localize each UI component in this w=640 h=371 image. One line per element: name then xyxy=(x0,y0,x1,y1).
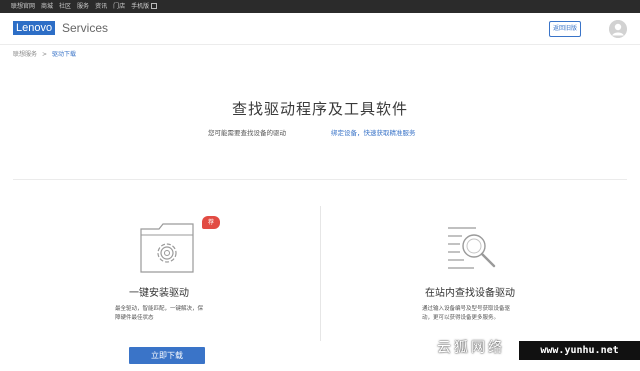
search-card-title: 在站内查找设备驱动 xyxy=(425,288,515,299)
section-divider xyxy=(13,179,627,180)
watermark-url: www.yunhu.net xyxy=(519,341,640,360)
top-link-community[interactable]: 社区 xyxy=(59,0,71,13)
install-card-desc-line1: 最全驱动，智能匹配，一键解决，保 xyxy=(115,306,204,312)
page-title: 查找驱动程序及工具软件 xyxy=(231,100,408,118)
folder-gear-icon xyxy=(139,223,195,273)
top-link-mobile-label: 手机版 xyxy=(131,3,150,10)
watermark-text: 云狐网络 xyxy=(437,340,505,356)
site-header: Lenovo Services 返回旧版 xyxy=(0,13,640,45)
install-card-title: 一键安装驱动 xyxy=(129,288,189,299)
top-link-lenovo-home[interactable]: 联想官网 xyxy=(11,0,35,13)
top-link-mall[interactable]: 商城 xyxy=(41,0,53,13)
card-divider xyxy=(320,206,321,341)
lenovo-logo[interactable]: Lenovo xyxy=(13,21,56,35)
breadcrumb-current: 驱动下载 xyxy=(52,51,77,58)
search-card-desc-line2: 动，更可以获得设备更多服务。 xyxy=(422,315,500,321)
services-logo-text: Services xyxy=(62,21,109,35)
page-subtitle: 您可能需要查找设备的驱动 xyxy=(208,129,286,137)
top-link-service[interactable]: 服务 xyxy=(77,0,89,13)
search-card-desc-line1: 通过输入设备编号及型号获取设备驱 xyxy=(422,306,511,312)
top-link-stores[interactable]: 门店 xyxy=(113,0,125,13)
user-avatar-icon[interactable] xyxy=(609,20,627,38)
top-link-news[interactable]: 资讯 xyxy=(95,0,107,13)
bind-device-link[interactable]: 绑定设备，快速获取精准服务 xyxy=(331,129,416,138)
top-nav-bar: 联想官网 商城 社区 服务 资讯 门店 手机版 xyxy=(0,0,640,13)
qr-code-icon xyxy=(151,3,158,9)
top-link-mobile[interactable]: 手机版 xyxy=(131,0,158,13)
breadcrumb: 联想服务 > 驱动下载 xyxy=(13,51,76,59)
download-now-button[interactable]: 立即下载 xyxy=(129,347,205,364)
install-card-desc-line2: 障硬件最佳状态 xyxy=(115,315,154,321)
breadcrumb-home-link[interactable]: 联想服务 xyxy=(13,51,37,58)
recommend-badge: 荐 xyxy=(202,216,220,229)
document-search-icon[interactable] xyxy=(446,224,500,272)
return-old-version-button[interactable]: 返回旧版 xyxy=(549,21,581,37)
breadcrumb-separator: > xyxy=(42,51,48,58)
